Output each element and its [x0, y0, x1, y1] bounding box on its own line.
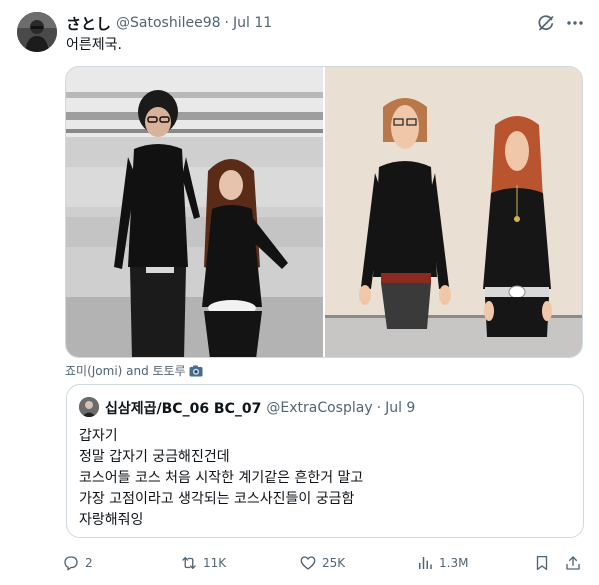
quoted-text-line: 정말 갑자기 궁금해진건데 [79, 449, 230, 465]
repost-button[interactable]: 11K [180, 551, 226, 575]
reply-icon [64, 556, 78, 571]
grok-icon[interactable] [536, 13, 556, 33]
quoted-header-separator: · [376, 400, 382, 416]
more-icon[interactable] [565, 13, 585, 33]
post-date[interactable]: Jul 11 [233, 15, 272, 31]
bookmark-icon [536, 555, 548, 571]
views-button[interactable]: 1.3M [416, 551, 468, 575]
views-count: 1.3M [439, 556, 469, 570]
like-icon [300, 556, 316, 570]
share-button[interactable] [564, 551, 582, 575]
photo-anime[interactable] [325, 67, 582, 357]
quoted-text-line: 자랑해줘잉 [79, 512, 144, 528]
author-handle[interactable]: @Satoshilee98 [116, 15, 221, 31]
camera-icon [189, 365, 203, 377]
photo-cosplay[interactable] [66, 67, 323, 357]
views-icon [419, 557, 432, 569]
media-grid[interactable] [65, 66, 583, 358]
reply-count: 2 [85, 556, 93, 570]
action-bar: 2 11K 25K 1.3M [62, 551, 586, 575]
post-header: さとし @Satoshilee98 · Jul 11 [66, 13, 272, 33]
quoted-author-handle[interactable]: @ExtraCosplay [266, 400, 372, 416]
like-count: 25K [322, 556, 346, 570]
post[interactable]: さとし @Satoshilee98 · Jul 11 어른제국. 죠미(Jomi… [0, 0, 599, 585]
quoted-post[interactable]: 십삼제곱/BC_06 BC_07 @ExtraCosplay · Jul 9 갑… [66, 384, 584, 538]
media-caption[interactable]: 죠미(Jomi) and 토토루 [65, 363, 203, 379]
share-icon [566, 556, 580, 570]
quoted-author-avatar[interactable] [79, 397, 99, 417]
quoted-post-text: 갑자기 정말 갑자기 궁금해진건데 코스어들 코스 처음 시작한 계기같은 흔한… [79, 426, 363, 531]
quoted-text-line: 가장 고점이라고 생각되는 코스사진들이 궁금함 [79, 491, 355, 507]
like-button[interactable]: 25K [299, 551, 345, 575]
header-separator: · [224, 15, 229, 31]
quoted-post-date[interactable]: Jul 9 [385, 400, 415, 416]
reply-button[interactable]: 2 [62, 551, 93, 575]
author-display-name[interactable]: さとし [66, 13, 111, 34]
author-avatar[interactable] [17, 12, 57, 52]
quoted-post-header: 십삼제곱/BC_06 BC_07 @ExtraCosplay · Jul 9 [105, 398, 415, 418]
post-text: 어른제국. [66, 37, 122, 53]
repost-count: 11K [203, 556, 227, 570]
media-caption-text: 죠미(Jomi) and 토토루 [65, 364, 186, 378]
quoted-author-display-name[interactable]: 십삼제곱/BC_06 BC_07 [105, 398, 261, 418]
quoted-text-line: 코스어들 코스 처음 시작한 계기같은 흔한거 말고 [79, 470, 364, 486]
quoted-text-line: 갑자기 [79, 428, 118, 444]
repost-icon [182, 557, 196, 569]
bookmark-button[interactable] [533, 551, 551, 575]
